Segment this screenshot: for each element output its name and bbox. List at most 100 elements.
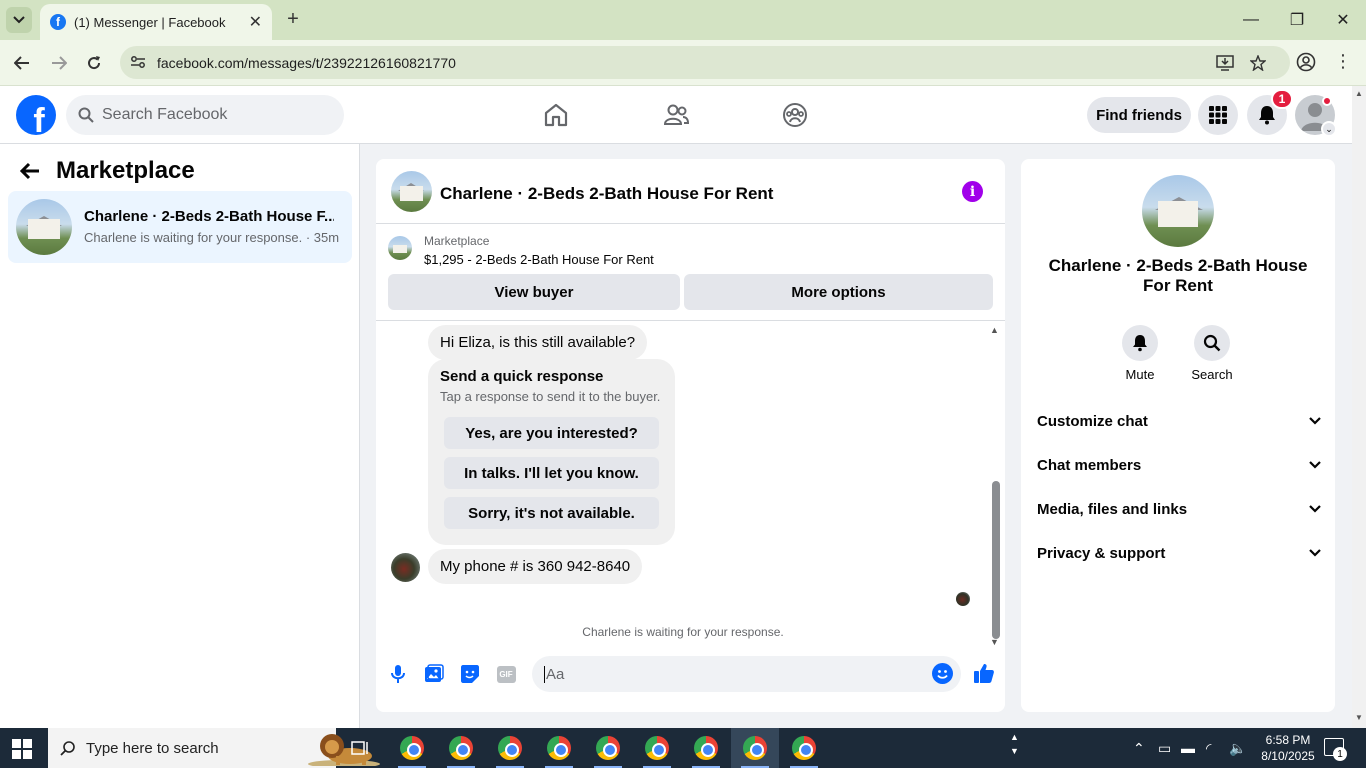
waiting-status-text: Charlene is waiting for your response. [582, 625, 784, 639]
message-composer: GIF Aa [376, 651, 1005, 712]
account-chevron-icon[interactable]: ⌄ [1321, 121, 1337, 137]
site-settings-icon[interactable] [130, 54, 146, 75]
task-view-icon[interactable] [350, 738, 370, 763]
wifi-icon[interactable]: ◜ [1206, 740, 1211, 757]
gif-icon[interactable]: GIF [496, 664, 516, 684]
mute-label: Mute [1125, 367, 1155, 382]
facebook-header: f Search Facebook Find friends [0, 86, 1352, 144]
facebook-logo[interactable]: f [16, 95, 56, 135]
friends-nav-icon[interactable] [661, 100, 691, 130]
customize-chat-section[interactable]: Customize chat [1037, 409, 1321, 433]
forward-button[interactable] [46, 50, 72, 76]
taskbar-chrome-window[interactable] [437, 728, 485, 768]
taskbar-chrome-window[interactable] [584, 728, 632, 768]
tab-search-button[interactable] [6, 7, 32, 33]
chat-members-section[interactable]: Chat members [1037, 453, 1321, 477]
more-options-button[interactable]: More options [684, 274, 993, 310]
page-scroll-down-icon[interactable]: ▼ [1355, 713, 1363, 722]
chat-header: Charlene · 2-Beds 2-Bath House For Rent … [376, 159, 1005, 224]
message-input[interactable]: Aa [532, 656, 961, 692]
browser-profile-icon[interactable] [1296, 52, 1316, 77]
battery-icon[interactable]: ▬ [1181, 740, 1195, 756]
lion-search-highlight-icon[interactable] [306, 730, 382, 766]
privacy-support-section[interactable]: Privacy & support [1037, 541, 1321, 565]
facebook-search-input[interactable]: Search Facebook [66, 95, 344, 135]
sender-avatar[interactable] [391, 553, 420, 582]
quick-response-card: Send a quick response Tap a response to … [428, 359, 675, 545]
details-listing-photo[interactable] [1142, 175, 1214, 247]
emoji-icon[interactable] [932, 663, 953, 684]
page-scroll-up-icon[interactable]: ▲ [1355, 89, 1363, 98]
info-icon[interactable]: i [962, 181, 983, 202]
restore-window-button[interactable]: ❐ [1282, 8, 1312, 32]
details-title: Charlene · 2-Beds 2-Bath House For Rent [1048, 256, 1308, 295]
taskbar-chrome-window-active[interactable] [731, 728, 779, 768]
menu-grid-button[interactable] [1198, 95, 1238, 135]
quick-response-option[interactable]: Sorry, it's not available. [444, 497, 659, 529]
url-text: facebook.com/messages/t/2392212616082177… [157, 55, 456, 71]
like-thumb-icon[interactable] [972, 661, 996, 685]
bell-icon [1133, 335, 1147, 352]
find-friends-button[interactable]: Find friends [1087, 97, 1191, 133]
taskbar-chrome-window[interactable] [388, 728, 436, 768]
chat-listing-thumbnail[interactable] [391, 171, 432, 212]
reload-button[interactable] [81, 50, 107, 76]
microphone-icon[interactable] [388, 664, 408, 684]
conversation-item[interactable]: Charlene · 2-Beds 2-Bath House F... Char… [8, 191, 352, 263]
minimize-window-button[interactable]: — [1236, 8, 1266, 32]
sticker-icon[interactable] [460, 664, 480, 684]
section-label: Privacy & support [1037, 544, 1166, 562]
chat-title[interactable]: Charlene · 2-Beds 2-Bath House For Rent [440, 184, 773, 204]
windows-start-icon[interactable] [12, 739, 32, 759]
taskbar-chrome-window[interactable] [486, 728, 534, 768]
close-tab-icon[interactable]: ✕ [249, 12, 262, 32]
scrollbar-thumb[interactable] [992, 481, 1000, 639]
quick-response-option[interactable]: In talks. I'll let you know. [444, 457, 659, 489]
search-placeholder: Search Facebook [102, 106, 228, 123]
photo-icon[interactable] [424, 664, 444, 684]
back-button[interactable] [9, 50, 35, 76]
taskbar-chrome-window[interactable] [535, 728, 583, 768]
groups-nav-icon[interactable] [780, 100, 810, 130]
chevron-down-icon [1309, 549, 1321, 557]
chrome-icon [498, 736, 522, 760]
taskbar-search-box[interactable]: Type here to search [48, 728, 380, 768]
system-clock[interactable]: 6:58 PM 8/10/2025 [1256, 732, 1320, 764]
install-app-icon[interactable] [1215, 53, 1235, 73]
view-buyer-button[interactable]: View buyer [388, 274, 680, 310]
address-bar[interactable]: facebook.com/messages/t/2392212616082177… [120, 46, 1290, 79]
show-hidden-icons-icon[interactable]: ⌃ [1133, 740, 1145, 757]
tab-title: (1) Messenger | Facebook [74, 14, 226, 30]
thread-scrollbar[interactable]: ▲ ▼ [990, 325, 1002, 647]
taskbar-chrome-window[interactable] [780, 728, 828, 768]
back-arrow-icon[interactable] [19, 160, 40, 186]
browser-menu-icon[interactable]: ⋮ [1334, 51, 1352, 72]
notification-badge: 1 [1271, 89, 1293, 109]
quick-response-option[interactable]: Yes, are you interested? [444, 417, 659, 449]
scroll-down-arrow-icon[interactable]: ▼ [990, 637, 999, 647]
taskbar-chrome-window[interactable] [633, 728, 681, 768]
listing-thumbnail [16, 199, 72, 255]
quick-response-subtitle: Tap a response to send it to the buyer. [440, 389, 661, 404]
page-scrollbar[interactable]: ▲ ▼ [1352, 86, 1366, 728]
clock-date: 8/10/2025 [1261, 749, 1315, 763]
media-files-links-section[interactable]: Media, files and links [1037, 497, 1321, 521]
bookmark-star-icon[interactable] [1248, 53, 1268, 73]
volume-icon[interactable]: 🔈 [1229, 740, 1246, 757]
chrome-icon [449, 736, 473, 760]
new-tab-button[interactable]: + [282, 8, 304, 30]
listing-price[interactable]: $1,295 - 2-Beds 2-Bath House For Rent [424, 252, 654, 267]
read-receipt-avatar [956, 592, 970, 606]
home-nav-icon[interactable] [541, 100, 571, 130]
action-center-badge: 1 [1333, 747, 1347, 761]
taskbar-chrome-window[interactable] [682, 728, 730, 768]
taskbar-scroll-icon[interactable]: ▲ ▼ [1010, 730, 1019, 758]
chevron-down-icon [1309, 505, 1321, 513]
scroll-up-arrow-icon[interactable]: ▲ [990, 325, 999, 335]
meet-now-icon[interactable]: ▭ [1158, 740, 1171, 757]
mute-button[interactable]: Mute [1110, 325, 1170, 382]
close-window-button[interactable]: ✕ [1328, 8, 1358, 32]
chrome-icon [743, 736, 767, 760]
browser-tab-messenger[interactable]: f (1) Messenger | Facebook ✕ [40, 4, 272, 40]
search-conversation-button[interactable]: Search [1182, 325, 1242, 382]
